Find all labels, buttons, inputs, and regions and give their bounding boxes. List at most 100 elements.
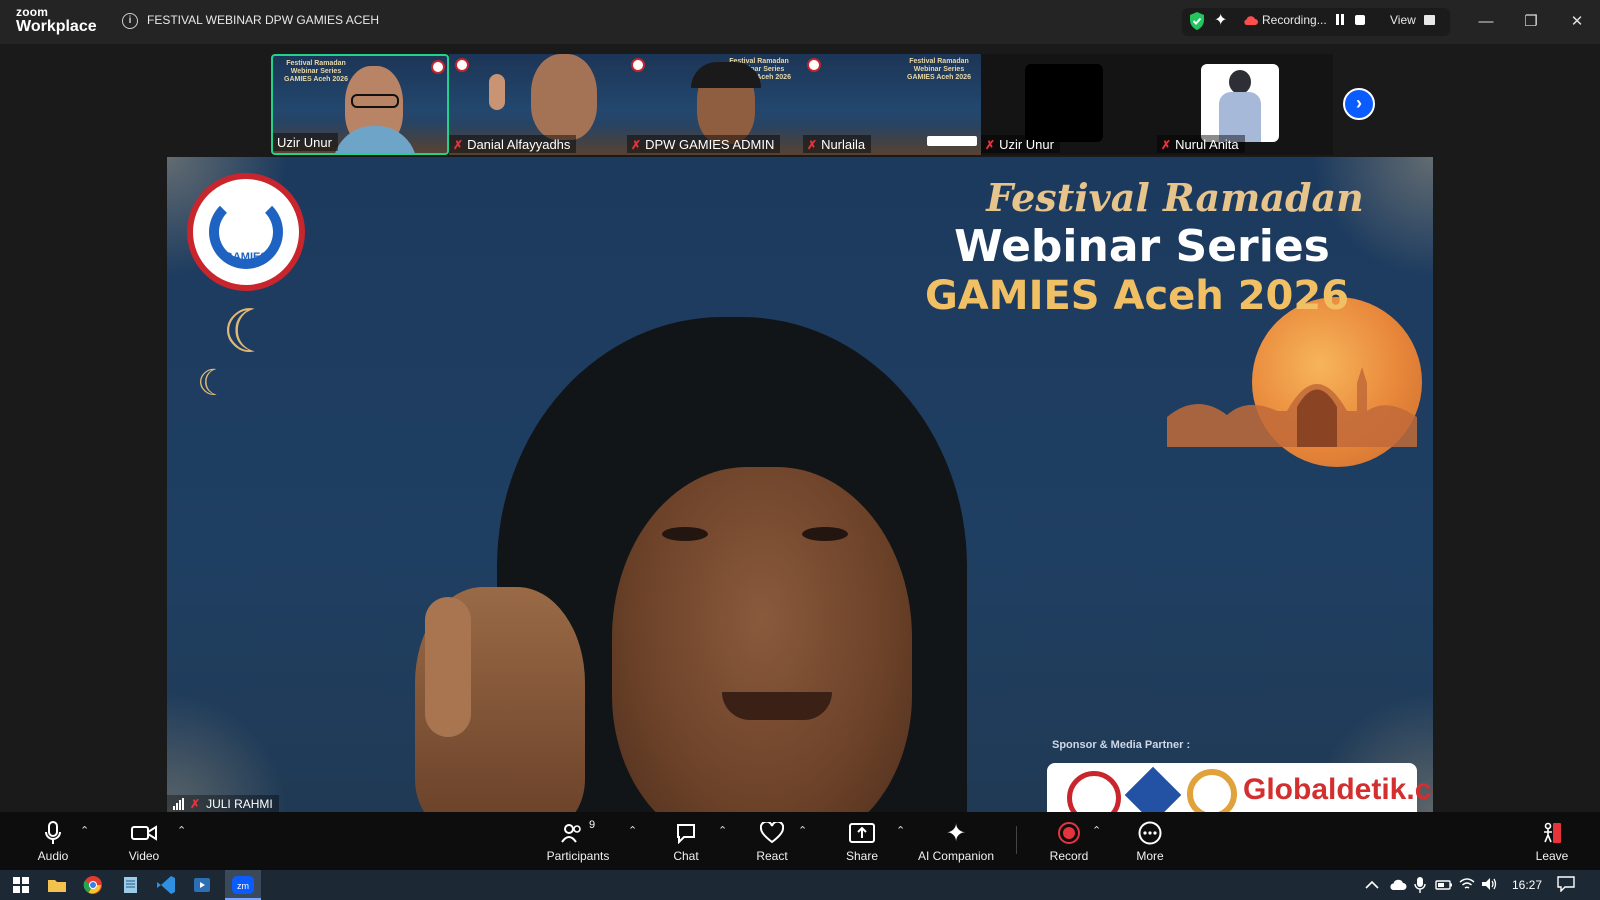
meeting-toolbar: Audio ⌃ Video ⌃ 9 Participants ⌃ Chat ⌃ … [0, 812, 1600, 870]
participant-tile[interactable]: Festival RamadanWebinar SeriesGAMIES Ace… [627, 54, 803, 155]
peace-hand [489, 74, 505, 110]
crescent-moon-icon: ☾ [197, 362, 230, 403]
participant-name: Uzir Unur [999, 137, 1054, 152]
mic-muted-icon: ✗ [985, 137, 996, 152]
chrome-icon[interactable] [80, 873, 106, 897]
sponsor-label: Sponsor & Media Partner : [1052, 739, 1191, 751]
participant-tile[interactable]: Festival RamadanWebinar SeriesGAMIES Ace… [803, 54, 981, 155]
logo-line-zoom: zoom [16, 5, 49, 19]
mini-gamies-logo [631, 58, 645, 72]
logo-line-workplace: Workplace [16, 18, 97, 35]
windows-start-icon[interactable] [8, 873, 34, 897]
more-label: More [1136, 849, 1164, 863]
record-options-caret[interactable]: ⌃ [1092, 824, 1101, 837]
mosque-silhouette [1167, 367, 1417, 447]
cloud-recording-icon [1244, 16, 1258, 25]
presenter-eye [662, 527, 708, 541]
toolbar-divider [1016, 826, 1017, 854]
sponsor-logo [1187, 769, 1237, 813]
speaker-volume-icon[interactable] [1481, 877, 1499, 891]
audio-options-caret[interactable]: ⌃ [80, 824, 89, 837]
view-grid-icon[interactable] [1424, 15, 1435, 25]
vscode-icon[interactable] [153, 873, 179, 897]
notepad-icon[interactable] [117, 873, 143, 897]
react-button[interactable]: React [750, 812, 794, 870]
mic-muted-icon: ✗ [190, 797, 201, 811]
share-label: Share [845, 849, 879, 863]
chat-options-caret[interactable]: ⌃ [718, 824, 727, 837]
audio-button[interactable]: Audio [28, 812, 78, 870]
title-bar: zoom Workplace i FESTIVAL WEBINAR DPW GA… [0, 0, 1600, 44]
gamies-logo: GAMIES [187, 173, 305, 291]
presenter-eye [802, 527, 848, 541]
mic-muted-icon: ✗ [453, 137, 464, 152]
participants-button[interactable]: 9 Participants [542, 812, 614, 870]
wifi-icon[interactable] [1459, 877, 1475, 891]
crescent-moon-icon: ☾ [222, 298, 276, 365]
slide-subtitle: GAMIES Aceh 2026 [924, 273, 1350, 319]
participant-strip: Festival Ramadan Webinar Series GAMIES Ace… [271, 54, 1381, 155]
ai-sparkle-icon[interactable]: ✦ [1214, 10, 1227, 30]
more-icon [1138, 821, 1162, 845]
ai-companion-sparkle-icon: ✦ [945, 819, 967, 847]
meeting-title: FESTIVAL WEBINAR DPW GAMIES ACEH [147, 13, 380, 27]
video-button[interactable]: Video [119, 812, 169, 870]
close-icon[interactable]: ✕ [1564, 9, 1590, 35]
ai-companion-button[interactable]: ✦ AI Companion [916, 812, 996, 870]
view-menu-button[interactable]: View [1390, 13, 1416, 27]
media-player-icon[interactable] [189, 873, 215, 897]
react-options-caret[interactable]: ⌃ [798, 824, 807, 837]
next-page-arrow-icon[interactable]: › [1343, 88, 1375, 120]
video-options-caret[interactable]: ⌃ [177, 824, 186, 837]
participant-tile[interactable]: ✗ Nurul Anita [1157, 54, 1333, 155]
encryption-shield-icon[interactable] [1188, 11, 1206, 31]
main-video-stage: GAMIES ☾ ☾ Festival Ramadan Webinar Seri… [167, 157, 1433, 813]
taskbar-clock[interactable]: 16:27 [1512, 878, 1542, 892]
participant-tile[interactable]: ✗ Danial Alfayyadhs [449, 54, 627, 155]
participant-name-tag: ✗ Danial Alfayyadhs [449, 135, 577, 153]
sponsor-text: Globaldetik.com [1243, 773, 1433, 806]
participant-name-tag: ✗ Nurul Anita [1157, 135, 1245, 153]
participant-tile[interactable]: ✗ Uzir Unur [981, 54, 1157, 155]
participant-name: Nurlaila [821, 137, 866, 152]
avatar-head [1229, 70, 1251, 94]
signal-strength-icon [173, 798, 184, 810]
heart-icon [760, 822, 784, 844]
pause-recording-button[interactable] [1335, 14, 1345, 25]
participant-tile[interactable]: Festival RamadanWebinar SeriesGAMIES Ace… [271, 54, 449, 155]
sponsor-logo [1124, 766, 1182, 813]
leave-button[interactable]: Leave [1530, 812, 1574, 870]
share-options-caret[interactable]: ⌃ [896, 824, 905, 837]
record-button[interactable]: Record [1044, 812, 1094, 870]
stop-recording-button[interactable] [1355, 15, 1365, 25]
mini-gamies-logo [807, 58, 821, 72]
participant-name: Nurul Anita [1175, 137, 1239, 152]
tray-microphone-icon[interactable] [1414, 876, 1426, 894]
participant-name: Danial Alfayyadhs [467, 137, 571, 152]
share-screen-icon [849, 823, 875, 843]
meeting-info-icon[interactable]: i [122, 13, 138, 29]
zoom-workplace-logo: zoom Workplace [16, 6, 97, 35]
presenter-face [612, 467, 912, 813]
ai-companion-label: AI Companion [917, 849, 995, 863]
participants-options-caret[interactable]: ⌃ [628, 824, 637, 837]
record-icon [1058, 822, 1080, 844]
notifications-icon[interactable] [1557, 876, 1575, 892]
share-button[interactable]: Share [840, 812, 884, 870]
react-label: React [756, 849, 788, 863]
sponsor-strip [927, 136, 977, 146]
presenter-smile [722, 692, 832, 720]
zoom-taskbar-button[interactable]: zm [225, 870, 261, 900]
battery-icon[interactable] [1435, 879, 1453, 891]
onedrive-cloud-icon[interactable] [1389, 878, 1407, 892]
restore-icon[interactable]: ❐ [1518, 9, 1544, 35]
chevron-up-icon[interactable] [1365, 880, 1379, 890]
file-explorer-icon[interactable] [44, 873, 70, 897]
more-button[interactable]: More [1128, 812, 1172, 870]
chat-label: Chat [673, 849, 699, 863]
mini-slide-title: Festival RamadanWebinar SeriesGAMIES Ace… [284, 60, 348, 83]
sponsor-logo [1067, 771, 1121, 813]
gamies-logo-text: GAMIES [224, 251, 268, 263]
minimize-icon[interactable]: — [1473, 9, 1499, 35]
chat-button[interactable]: Chat [664, 812, 708, 870]
